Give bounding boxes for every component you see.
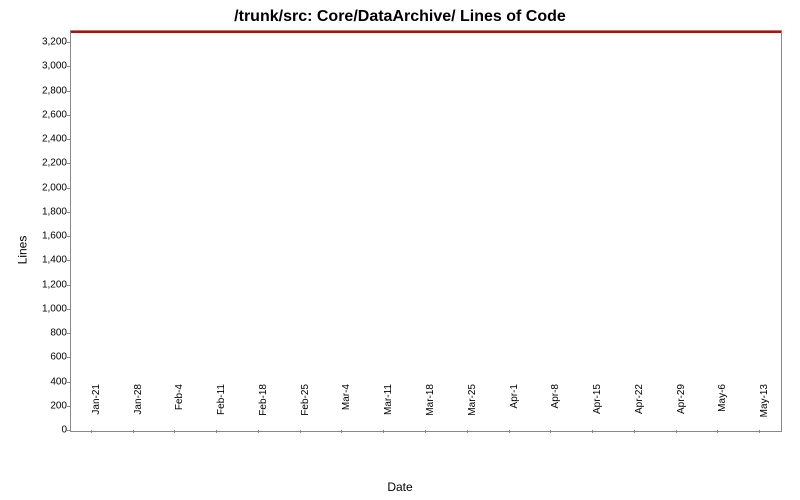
y-tick-mark (67, 382, 70, 383)
x-tick-label: 1-Apr (509, 384, 520, 434)
x-tick-mark (91, 430, 92, 433)
y-tick-label: 200 (37, 400, 67, 411)
data-series-line (71, 31, 781, 33)
x-tick-label: 6-May (717, 384, 728, 434)
x-tick-mark (174, 430, 175, 433)
x-tick-label: 4-Feb (174, 384, 185, 434)
y-tick-label: 1,800 (37, 206, 67, 217)
y-tick-label: 2,200 (37, 158, 67, 169)
y-tick-mark (67, 188, 70, 189)
x-tick-mark (258, 430, 259, 433)
chart-container: /trunk/src: Core/DataArchive/ Lines of C… (0, 0, 800, 500)
x-tick-label: 21-Jan (91, 384, 102, 434)
x-tick-mark (717, 430, 718, 433)
y-tick-label: 2,000 (37, 182, 67, 193)
y-tick-mark (67, 406, 70, 407)
y-tick-label: 2,600 (37, 109, 67, 120)
y-tick-mark (67, 309, 70, 310)
y-tick-mark (67, 212, 70, 213)
plot-area (70, 30, 782, 432)
y-tick-mark (67, 115, 70, 116)
x-tick-label: 25-Mar (467, 384, 478, 434)
y-tick-mark (67, 236, 70, 237)
x-tick-mark (133, 430, 134, 433)
y-tick-mark (67, 333, 70, 334)
x-tick-label: 4-Mar (341, 384, 352, 434)
y-tick-mark (67, 357, 70, 358)
x-tick-label: 18-Mar (425, 384, 436, 434)
x-tick-label: 28-Jan (133, 384, 144, 434)
chart-title: /trunk/src: Core/DataArchive/ Lines of C… (0, 0, 800, 26)
x-tick-mark (300, 430, 301, 433)
x-tick-label: 13-May (759, 384, 770, 434)
x-tick-mark (425, 430, 426, 433)
x-tick-mark (216, 430, 217, 433)
y-tick-label: 400 (37, 376, 67, 387)
x-tick-mark (634, 430, 635, 433)
y-tick-label: 3,000 (37, 61, 67, 72)
y-tick-mark (67, 285, 70, 286)
x-tick-label: 18-Feb (258, 384, 269, 434)
x-tick-label: 8-Apr (550, 384, 561, 434)
x-tick-mark (509, 430, 510, 433)
y-tick-label: 1,000 (37, 303, 67, 314)
x-tick-mark (383, 430, 384, 433)
y-tick-mark (67, 260, 70, 261)
y-tick-mark (67, 430, 70, 431)
x-tick-label: 22-Apr (634, 384, 645, 434)
x-tick-mark (676, 430, 677, 433)
x-tick-label: 29-Apr (676, 384, 687, 434)
x-tick-label: 11-Mar (383, 384, 394, 434)
x-tick-label: 15-Apr (592, 384, 603, 434)
y-tick-mark (67, 139, 70, 140)
x-tick-label: 11-Feb (216, 384, 227, 434)
y-tick-label: 1,400 (37, 255, 67, 266)
y-tick-label: 800 (37, 328, 67, 339)
y-tick-label: 0 (37, 425, 67, 436)
x-tick-mark (341, 430, 342, 433)
x-axis-label: Date (387, 480, 412, 494)
y-tick-label: 1,200 (37, 279, 67, 290)
y-tick-mark (67, 66, 70, 67)
x-tick-label: 25-Feb (300, 384, 311, 434)
y-tick-label: 600 (37, 352, 67, 363)
y-axis-label: Lines (15, 236, 29, 265)
y-tick-label: 1,600 (37, 231, 67, 242)
y-tick-mark (67, 42, 70, 43)
x-tick-mark (467, 430, 468, 433)
x-tick-mark (759, 430, 760, 433)
y-tick-mark (67, 91, 70, 92)
y-tick-label: 2,400 (37, 134, 67, 145)
y-tick-label: 2,800 (37, 85, 67, 96)
x-tick-mark (550, 430, 551, 433)
x-tick-mark (592, 430, 593, 433)
y-tick-mark (67, 163, 70, 164)
y-tick-label: 3,200 (37, 37, 67, 48)
